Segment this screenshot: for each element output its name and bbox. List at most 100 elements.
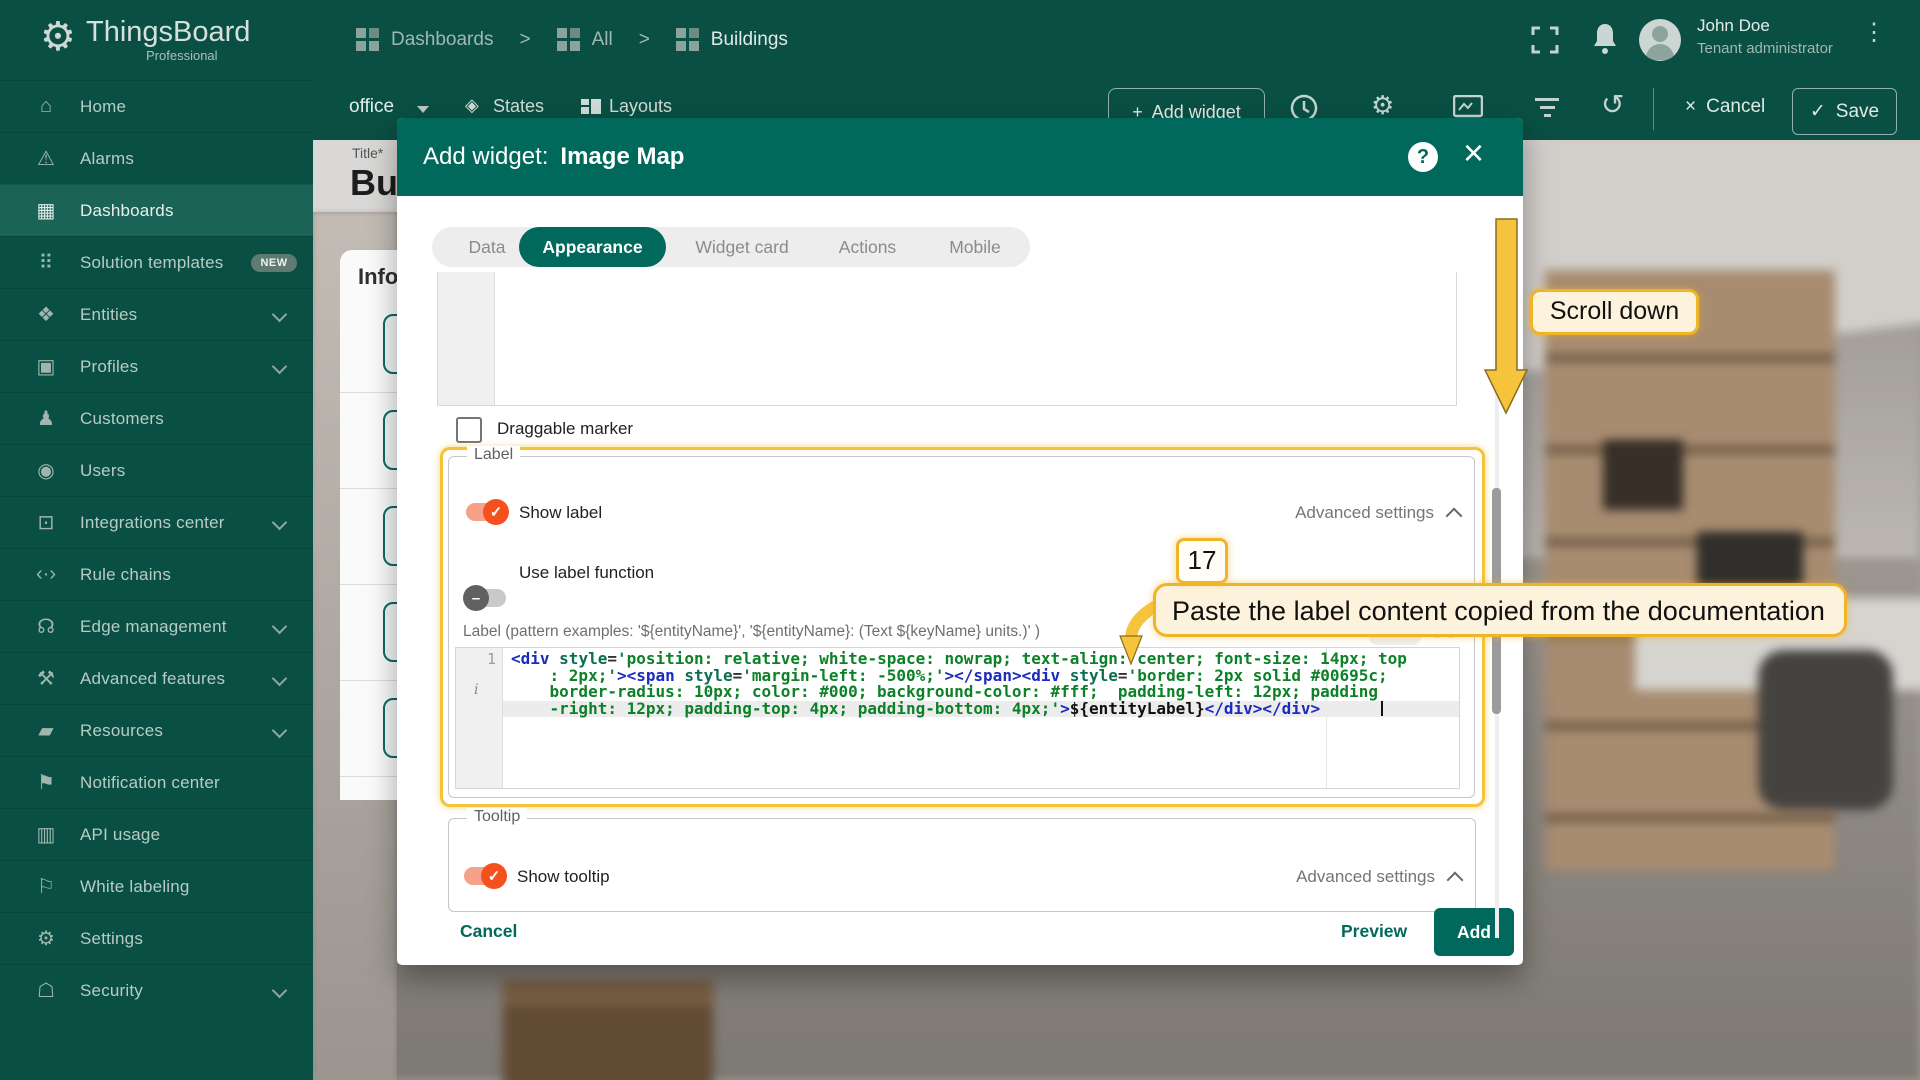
- widget-type-floor-plan[interactable]: [383, 410, 397, 470]
- dialog-add-button[interactable]: Add: [1434, 908, 1514, 956]
- sidebar-item-white-labeling[interactable]: ⚐White labeling: [0, 860, 313, 912]
- white-labeling-icon: ⚐: [34, 874, 58, 899]
- show-label-toggle[interactable]: ✓: [463, 499, 509, 525]
- sidebar-item-profiles[interactable]: ▣Profiles: [0, 340, 313, 392]
- sidebar-item-home[interactable]: ⌂Home: [0, 80, 313, 132]
- dashboard-settings-gear-icon[interactable]: ⚙: [1371, 90, 1394, 121]
- row-divider: [340, 488, 397, 489]
- line-number: 1: [487, 650, 496, 668]
- add-widget-dialog: Add widget: Image Map ? × DataAppearance…: [397, 118, 1523, 965]
- sidebar-item-edge-management[interactable]: ☊ Edge management: [0, 600, 313, 652]
- tab-widget-card[interactable]: Widget card: [682, 227, 802, 267]
- tooltip-fieldset: Tooltip ✓ Show tooltip Advanced settings: [448, 818, 1476, 912]
- filter-icon[interactable]: [1535, 98, 1559, 117]
- code-token-tag: </div></div>: [1205, 699, 1321, 718]
- sidebar-item-label: Entities: [80, 305, 137, 325]
- row-divider: [340, 680, 397, 681]
- layouts-button[interactable]: Layouts: [609, 96, 672, 117]
- widget-type-envelope[interactable]: [383, 698, 397, 758]
- dialog-preview-button[interactable]: Preview: [1341, 921, 1407, 942]
- check-icon: ✓: [1810, 100, 1826, 123]
- widget-card-title: Inform: [358, 264, 397, 290]
- fullscreen-icon[interactable]: [1531, 26, 1559, 54]
- tab-data[interactable]: Data: [457, 227, 517, 267]
- sidebar-item-integrations-center[interactable]: ⊡Integrations center: [0, 496, 313, 548]
- sidebar: ⚙ ThingsBoard Professional ⌂Home⚠Alarms▦…: [0, 0, 313, 1080]
- sidebar-item-solution-templates[interactable]: ⠿Solution templatesNEW: [0, 236, 313, 288]
- tab-mobile[interactable]: Mobile: [940, 227, 1010, 267]
- tooltip-advanced-settings[interactable]: Advanced settings: [1296, 867, 1461, 887]
- tab-actions[interactable]: Actions: [830, 227, 905, 267]
- sidebar-item-notification-center[interactable]: ⚑Notification center: [0, 756, 313, 808]
- rule-chains-icon: ‹·›: [34, 563, 58, 586]
- code-area[interactable]: <div style='position: relative; white-sp…: [503, 651, 1459, 717]
- dialog-cancel-button[interactable]: Cancel: [460, 921, 517, 942]
- sidebar-item-advanced-features[interactable]: ⚒Advanced features: [0, 652, 313, 704]
- cancel-edit-button[interactable]: ×Cancel: [1685, 96, 1765, 118]
- brand-edition: Professional: [146, 48, 218, 63]
- chevron-down-icon: [272, 983, 288, 999]
- more-menu-icon[interactable]: ⋮: [1862, 18, 1886, 47]
- code-token-str: -right: 12px; padding-top: 4px; padding-…: [511, 699, 1060, 718]
- profiles-icon: ▣: [34, 354, 58, 379]
- sidebar-item-label: Dashboards: [80, 201, 174, 221]
- cancel-edit-label: Cancel: [1706, 96, 1765, 117]
- home-icon: ⌂: [34, 95, 58, 118]
- step-number-badge: 17: [1176, 538, 1228, 584]
- sidebar-item-settings[interactable]: ⚙Settings: [0, 912, 313, 964]
- sidebar-item-alarms[interactable]: ⚠Alarms: [0, 132, 313, 184]
- sidebar-item-customers[interactable]: ♟Customers: [0, 392, 313, 444]
- user-role: Tenant administrator: [1697, 40, 1833, 57]
- breadcrumb-separator: >: [519, 29, 530, 51]
- label-advanced-settings[interactable]: Advanced settings: [1295, 503, 1460, 523]
- notifications-bell-icon[interactable]: [1592, 22, 1618, 54]
- row-divider: [340, 776, 397, 777]
- toggle-minus-icon: –: [463, 585, 489, 611]
- settings-icon: ⚙: [34, 926, 58, 951]
- widget-type-phone[interactable]: [383, 602, 397, 662]
- code-token-tag: >: [1060, 699, 1070, 718]
- breadcrumb-separator: >: [639, 29, 650, 51]
- dashboard-state-select[interactable]: office: [349, 96, 394, 118]
- show-tooltip-toggle[interactable]: ✓: [461, 863, 507, 889]
- save-dashboard-button[interactable]: ✓Save: [1792, 88, 1897, 135]
- avatar[interactable]: [1639, 19, 1681, 61]
- sidebar-item-rule-chains[interactable]: ‹·›Rule chains: [0, 548, 313, 600]
- entities-icon: ❖: [34, 302, 58, 327]
- sidebar-item-api-usage[interactable]: ▥API usage: [0, 808, 313, 860]
- help-icon[interactable]: ?: [1408, 142, 1438, 172]
- sidebar-item-resources[interactable]: ▰Resources: [0, 704, 313, 756]
- breadcrumb-item-buildings[interactable]: Buildings: [711, 29, 788, 51]
- user-name: John Doe: [1697, 16, 1770, 36]
- paste-label-callout: Paste the label content copied from the …: [1153, 583, 1847, 637]
- tab-label: Appearance: [542, 237, 642, 258]
- sidebar-item-users[interactable]: ◉Users: [0, 444, 313, 496]
- scroll-down-arrow: [1483, 218, 1529, 416]
- scrolled-editor-remnant: [437, 272, 1457, 406]
- tab-appearance[interactable]: Appearance: [519, 227, 666, 267]
- breadcrumb-item-all[interactable]: All: [592, 29, 613, 51]
- version-history-icon[interactable]: ↺: [1601, 88, 1624, 121]
- integrations-center-icon: ⊡: [34, 510, 58, 535]
- editor-gutter: 1 i: [456, 648, 503, 788]
- resources-icon: ▰: [34, 718, 58, 743]
- edge-management-icon: ☊: [34, 614, 58, 639]
- states-button[interactable]: States: [493, 96, 544, 117]
- breadcrumb-item-dashboards[interactable]: Dashboards: [391, 29, 493, 51]
- widget-type-location-pin[interactable]: [383, 314, 397, 374]
- label-code-editor[interactable]: 1 i <div style='position: relative; whit…: [455, 647, 1460, 789]
- title-field-value: Bui: [350, 162, 397, 204]
- dialog-title-prefix: Add widget:: [423, 143, 548, 171]
- use-label-function-toggle[interactable]: –: [463, 585, 509, 611]
- sidebar-item-label: Edge management: [80, 617, 227, 637]
- sidebar-item-label: Solution templates: [80, 253, 223, 273]
- states-icon: ◈: [465, 95, 479, 116]
- sidebar-item-dashboards[interactable]: ▦Dashboards: [0, 184, 313, 236]
- sidebar-item-entities[interactable]: ❖ Entities: [0, 288, 313, 340]
- remnant-gutter: [438, 272, 495, 405]
- sidebar-item-security[interactable]: ☖Security: [0, 964, 313, 1016]
- widget-type-person[interactable]: [383, 506, 397, 566]
- draggable-marker-checkbox[interactable]: [456, 417, 482, 443]
- close-dialog-icon[interactable]: ×: [1463, 132, 1484, 174]
- solution-templates-icon: ⠿: [34, 250, 58, 275]
